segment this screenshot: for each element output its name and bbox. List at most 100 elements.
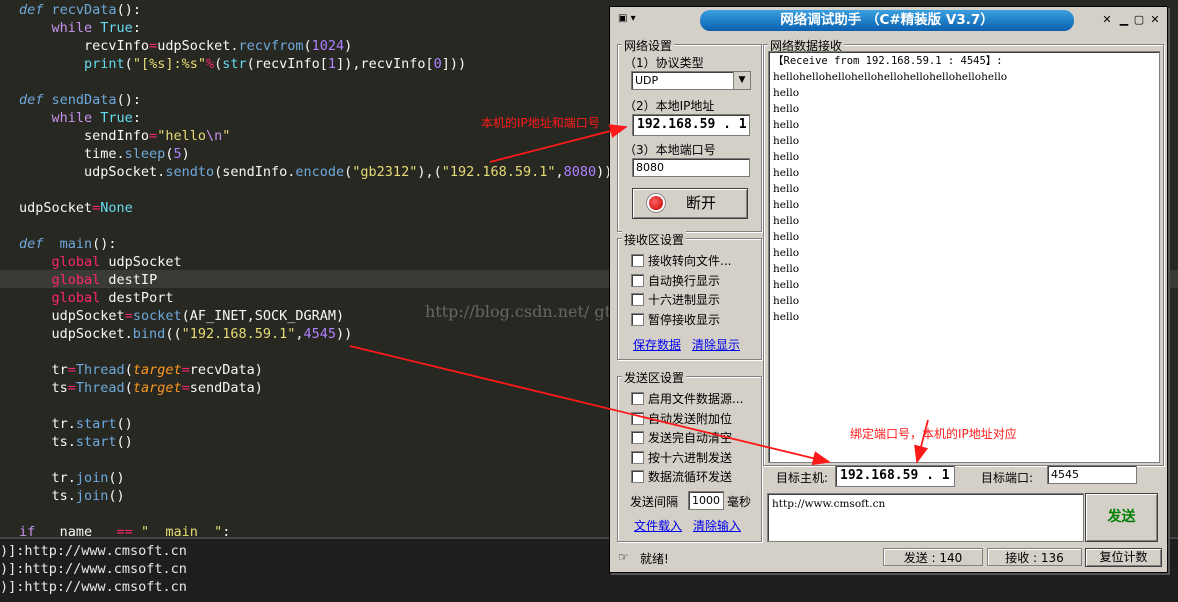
code-line: time.sleep(5) — [19, 146, 190, 162]
recv-line: hello — [773, 311, 800, 323]
watermark-text: http://blog.csdn.net/ gtan — [425, 302, 631, 321]
send-checkbox[interactable] — [631, 431, 644, 444]
send-interval-field[interactable]: 1000 — [688, 491, 724, 510]
help-icon[interactable]: ✕ — [1100, 14, 1114, 26]
recv-line: hello — [773, 119, 800, 131]
title-bar[interactable]: ▣ ▾ 网络调试助手 （C#精装版 V3.7） ✕ ▁ ▢ ✕ — [610, 7, 1167, 33]
net-settings-label: 网络设置 — [622, 37, 675, 54]
status-recv-count: 接收 : 136 — [987, 548, 1082, 566]
recv-checkbox[interactable] — [631, 312, 644, 326]
send-option-label: 发送完自动清空 — [648, 431, 733, 445]
recv-checkbox[interactable] — [631, 293, 644, 306]
console-line: )]:http://www.cmsoft.cn — [0, 543, 187, 559]
recv-header-line: 【Receive from 192.168.59.1 : 4545】: — [773, 55, 1003, 67]
local-port-label: （3）本地端口号 — [624, 143, 716, 157]
local-ip-label: （2）本地IP地址 — [624, 99, 715, 113]
recv-line: hello — [773, 135, 800, 147]
send-button[interactable]: 发送 — [1085, 493, 1158, 542]
clear-input-link[interactable]: 清除输入 — [693, 517, 741, 534]
code-line: global udpSocket — [51, 254, 182, 270]
code-line: recvInfo=udpSocket.recvfrom(1024) — [19, 38, 353, 54]
recv-settings-label: 接收区设置 — [622, 231, 687, 248]
send-checkbox[interactable] — [631, 450, 644, 464]
recv-first-line: hellohellohellohellohellohellohellohello… — [773, 71, 1008, 83]
send-option-label: 按十六进制发送 — [648, 450, 733, 465]
recv-line: hello — [773, 215, 800, 227]
bind-port-annotation: 绑定端口号，本机的IP地址对应 — [850, 427, 1017, 441]
recv-line: hello — [773, 199, 800, 211]
recv-option-label: 自动换行显示 — [648, 273, 721, 288]
hand-icon: ☞ — [618, 550, 629, 564]
code-line: ts.join() — [19, 488, 125, 504]
protocol-value: UDP — [635, 74, 659, 87]
recv-option-label: 暂停接收显示 — [648, 312, 721, 327]
send-interval-label: 发送间隔 — [630, 495, 679, 509]
minimize-button[interactable]: ▁ — [1117, 14, 1131, 26]
send-checkbox[interactable] — [631, 392, 644, 405]
target-host-label: 目标主机: — [776, 471, 829, 485]
code-line: tr=Thread(target=recvData) — [19, 362, 263, 378]
clear-display-link[interactable]: 清除显示 — [692, 336, 740, 353]
code-line: udpSocket.sendto(sendInfo.encode("gb2312… — [19, 164, 613, 180]
disconnect-button[interactable]: 断开 — [632, 188, 748, 219]
console-line: )]:http://www.cmsoft.cn — [0, 561, 187, 577]
send-settings-label: 发送区设置 — [622, 369, 687, 386]
system-menu-icon[interactable]: ▣ ▾ — [618, 13, 648, 27]
recv-line: hello — [773, 247, 800, 259]
send-checkbox[interactable] — [631, 411, 644, 425]
code-line: sendInfo="hello\n" — [19, 128, 231, 144]
recv-line: hello — [773, 103, 800, 115]
disconnect-label: 断开 — [686, 194, 717, 212]
recv-line: hello — [773, 151, 800, 163]
code-line: udpSocket=None — [19, 200, 133, 216]
code-line: if __name__ == "__main__": — [19, 524, 231, 537]
target-host-field[interactable]: 192.168.59 . 1 — [835, 465, 955, 487]
network-debug-window: ▣ ▾ 网络调试助手 （C#精装版 V3.7） ✕ ▁ ▢ ✕ 网络设置 （1）… — [609, 6, 1168, 573]
code-line: ts=Thread(target=sendData) — [19, 380, 263, 396]
target-port-label: 目标端口: — [981, 471, 1034, 485]
local-ip-field[interactable]: 192.168.59 . 1 — [632, 114, 750, 136]
status-ready: 就绪! — [640, 552, 669, 566]
send-input-area[interactable]: http://www.cmsoft.cn — [767, 493, 1084, 542]
recv-line: hello — [773, 263, 800, 275]
code-line: print("[%s]:%s"%(str(recvInfo[1]),recvIn… — [84, 56, 467, 72]
send-option-label: 启用文件数据源... — [648, 392, 744, 406]
recv-checkbox[interactable] — [631, 273, 644, 287]
protocol-select[interactable]: UDP ▼ — [631, 71, 751, 90]
recv-line: hello — [773, 295, 800, 307]
local-port-field[interactable]: 8080 — [632, 158, 750, 177]
reset-count-button[interactable]: 复位计数 — [1085, 548, 1162, 567]
save-data-link[interactable]: 保存数据 — [633, 336, 681, 353]
code-line: ts.start() — [19, 434, 133, 450]
code-line: def sendData(): — [19, 92, 141, 108]
code-line: global destPort — [51, 290, 174, 306]
send-option-label: 数据流循环发送 — [648, 470, 733, 484]
protocol-label: （1）协议类型 — [624, 56, 704, 70]
code-line: global destIP — [51, 272, 158, 288]
send-option-label: 自动发送附加位 — [648, 411, 733, 426]
code-line: while True: — [51, 20, 141, 36]
local-ip-annotation: 本机的IP地址和端口号 — [481, 116, 600, 130]
code-line: while True: — [51, 110, 141, 126]
recv-option-label: 接收转向文件... — [648, 254, 732, 268]
file-load-link[interactable]: 文件载入 — [634, 517, 682, 534]
code-line: udpSocket=socket(AF_INET,SOCK_DGRAM) — [19, 308, 345, 324]
recv-line: hello — [773, 231, 800, 243]
code-line: udpSocket.bind(("192.168.59.1",4545)) — [19, 326, 353, 342]
code-line: def main(): — [19, 236, 117, 252]
recv-line: hello — [773, 183, 800, 195]
recv-checkbox[interactable] — [631, 254, 644, 267]
recv-line: hello — [773, 87, 800, 99]
console-line: )]:http://www.cmsoft.cn — [0, 579, 187, 595]
close-button[interactable]: ✕ — [1148, 14, 1162, 26]
recv-line: hello — [773, 167, 800, 179]
code-line: tr.join() — [19, 470, 125, 486]
window-title: 网络调试助手 （C#精装版 V3.7） — [700, 10, 1074, 31]
code-line: def recvData(): — [19, 2, 141, 18]
maximize-button[interactable]: ▢ — [1132, 14, 1146, 26]
chevron-down-icon[interactable]: ▼ — [733, 72, 750, 89]
recv-data-area[interactable]: 【Receive from 192.168.59.1 : 4545】: hell… — [768, 51, 1160, 463]
recv-line: hello — [773, 279, 800, 291]
target-port-field[interactable]: 4545 — [1047, 465, 1137, 484]
send-checkbox[interactable] — [631, 470, 644, 483]
